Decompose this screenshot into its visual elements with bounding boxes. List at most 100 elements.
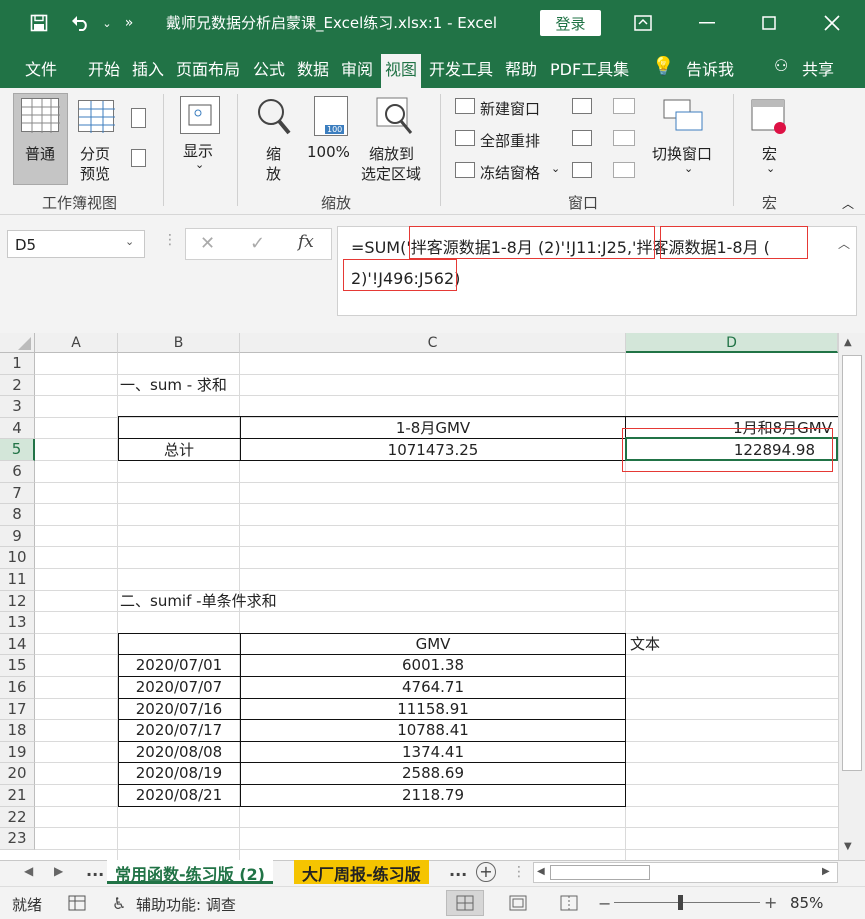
login-button[interactable]: 登录 (540, 10, 601, 36)
gmv-cell[interactable]: 2118.79 (240, 785, 626, 806)
vertical-scrollbar[interactable]: ▲ ▼ (838, 333, 865, 860)
gmv-cell[interactable]: 6001.38 (240, 655, 626, 676)
gmv-cell[interactable]: 11158.91 (240, 699, 626, 720)
tell-me-search[interactable]: 告诉我 (686, 56, 734, 80)
row-header[interactable]: 18 (0, 720, 35, 742)
cell-b12[interactable]: 二、sumif -单条件求和 (120, 591, 277, 612)
tab-page-layout[interactable]: 页面布局 (176, 56, 240, 80)
sheet-more-right[interactable]: ... (441, 860, 475, 884)
tab-pdf-tools[interactable]: PDF工具集 (550, 56, 629, 80)
zoom-slider[interactable] (614, 902, 760, 903)
tab-home[interactable]: 开始 (88, 56, 120, 80)
hscroll-thumb[interactable] (550, 865, 650, 880)
row-header[interactable]: 10 (0, 547, 35, 569)
save-icon[interactable] (26, 10, 52, 36)
hide-window-icon[interactable] (572, 130, 592, 146)
column-header[interactable]: D (626, 333, 838, 353)
gmv-cell[interactable]: 4764.71 (240, 677, 626, 698)
cell-c5[interactable]: 1071473.25 (240, 440, 626, 461)
cell-c4[interactable]: 1-8月GMV (240, 418, 626, 439)
new-window-button[interactable]: 新建窗口 (480, 98, 540, 119)
tab-split-icon[interactable]: ⋮ (512, 864, 526, 880)
tab-formulas[interactable]: 公式 (253, 56, 285, 80)
page-break-label-2[interactable]: 预览 (80, 163, 110, 184)
close-icon[interactable] (819, 10, 845, 36)
zoom-label-2[interactable]: 放 (266, 163, 281, 184)
page-break-status-icon[interactable] (560, 895, 578, 915)
row-header[interactable]: 12 (0, 590, 35, 613)
sheet-prev-icon[interactable]: ◀ (24, 864, 33, 878)
gmv-cell[interactable]: 2588.69 (240, 763, 626, 784)
cancel-icon[interactable]: ✕ (200, 233, 215, 254)
freeze-dropdown-icon[interactable]: ⌄ (551, 162, 560, 175)
zoom-level[interactable]: 85% (790, 894, 823, 912)
zoom-selection-label-1[interactable]: 缩放到 (369, 143, 414, 164)
column-header[interactable]: C (240, 333, 626, 353)
row-header[interactable]: 20 (0, 763, 35, 785)
tab-file[interactable]: 文件 (25, 56, 57, 80)
scroll-thumb[interactable] (842, 355, 862, 771)
maximize-icon[interactable] (756, 10, 782, 36)
zoom-in-icon[interactable]: + (764, 893, 777, 912)
sheet-next-icon[interactable]: ▶ (54, 864, 63, 878)
tab-insert[interactable]: 插入 (132, 56, 164, 80)
scroll-right-icon[interactable]: ▶ (822, 866, 830, 877)
row-header[interactable]: 9 (0, 525, 35, 548)
accessibility-icon[interactable]: ♿ (112, 894, 126, 913)
date-cell[interactable]: 2020/07/07 (118, 677, 240, 698)
row-header[interactable]: 4 (0, 417, 35, 440)
cell-d14[interactable]: 文本 (630, 634, 660, 655)
date-cell[interactable]: 2020/08/19 (118, 763, 240, 784)
row-header[interactable]: 15 (0, 655, 35, 677)
zoom-slider-thumb[interactable] (678, 895, 683, 910)
macros-dropdown-icon[interactable]: ⌄ (766, 162, 775, 175)
show-dropdown-icon[interactable]: ⌄ (195, 158, 204, 171)
column-header[interactable]: B (118, 333, 240, 353)
freeze-panes-button[interactable]: 冻结窗格 (480, 162, 540, 183)
zoom-out-icon[interactable]: − (598, 894, 611, 913)
tab-data[interactable]: 数据 (297, 56, 329, 80)
row-header[interactable]: 19 (0, 741, 35, 764)
scroll-down-icon[interactable]: ▼ (844, 841, 852, 852)
date-cell[interactable]: 2020/07/17 (118, 720, 240, 741)
row-header[interactable]: 13 (0, 612, 35, 634)
date-cell[interactable]: 2020/07/01 (118, 655, 240, 676)
zoom-selection-label-2[interactable]: 选定区域 (361, 163, 421, 184)
switch-windows-button[interactable]: 切换窗口 (652, 143, 712, 164)
unhide-window-icon[interactable] (572, 162, 592, 178)
split-icon[interactable] (572, 98, 592, 114)
row-header[interactable]: 22 (0, 806, 35, 829)
gmv-cell[interactable]: 1374.41 (240, 742, 626, 763)
sheet-tab-active[interactable]: 常用函数-练习版 (2) (107, 860, 273, 884)
insert-function-icon[interactable]: fx (298, 232, 314, 252)
page-layout-status-icon[interactable] (509, 895, 527, 915)
undo-icon[interactable] (66, 10, 96, 36)
row-header[interactable]: 5 (0, 439, 35, 461)
page-break-label-1[interactable]: 分页 (80, 143, 110, 164)
zoom-100-button[interactable]: 100% (307, 143, 350, 161)
date-cell[interactable]: 2020/08/21 (118, 785, 240, 806)
row-header[interactable]: 14 (0, 633, 35, 656)
name-box-dropdown-icon[interactable]: ⌄ (125, 235, 134, 248)
row-header[interactable]: 7 (0, 482, 35, 505)
row-header[interactable]: 8 (0, 504, 35, 526)
tab-view[interactable]: 视图 (381, 54, 422, 88)
zoom-label-1[interactable]: 缩 (266, 143, 281, 164)
select-all-corner[interactable] (0, 333, 35, 353)
row-header[interactable]: 3 (0, 396, 35, 418)
tab-developer[interactable]: 开发工具 (429, 56, 493, 80)
sheet-tab[interactable]: 大厂周报-练习版 (294, 860, 429, 884)
page-layout-view-icon[interactable] (131, 108, 146, 128)
ribbon-display-icon[interactable] (630, 10, 656, 36)
tab-help[interactable]: 帮助 (505, 56, 537, 80)
row-header[interactable]: 16 (0, 677, 35, 699)
horizontal-scrollbar[interactable]: ◀ ▶ (533, 862, 838, 883)
expand-formula-bar-icon[interactable]: ︿ (838, 235, 850, 252)
add-sheet-icon[interactable]: + (476, 862, 496, 882)
enter-icon[interactable]: ✓ (250, 233, 265, 254)
row-header[interactable]: 1 (0, 353, 35, 375)
reset-window-position-icon[interactable] (613, 162, 635, 178)
row-header[interactable]: 6 (0, 461, 35, 483)
tab-review[interactable]: 审阅 (341, 56, 373, 80)
macros-button[interactable]: 宏 (762, 143, 777, 164)
